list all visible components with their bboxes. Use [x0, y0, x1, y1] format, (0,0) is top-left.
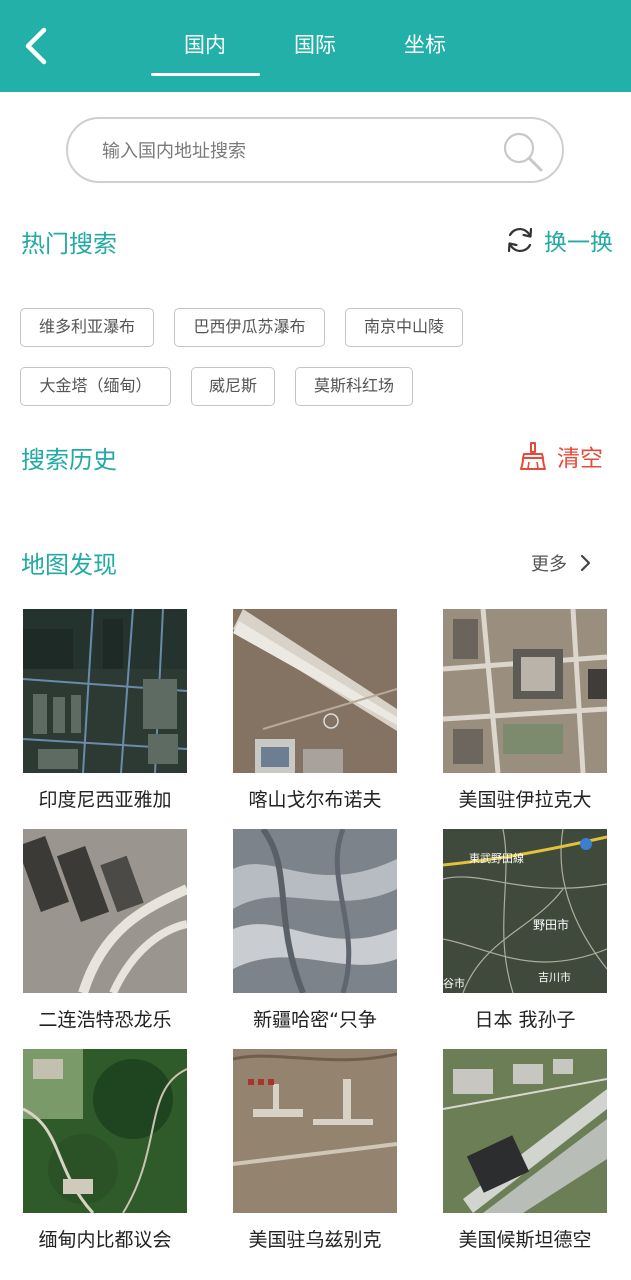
hot-search-title: 热门搜索: [21, 230, 117, 258]
clear-label: 清空: [557, 446, 603, 472]
top-bar: 国内 国际 坐标: [0, 0, 631, 92]
map-label: 吉川市: [538, 970, 571, 984]
hot-search-chips: 维多利亚瀑布 巴西伊瓜苏瀑布 南京中山陵 大金塔（缅甸） 威尼斯 莫斯科红场: [20, 308, 620, 426]
satellite-thumbnail: [233, 829, 397, 993]
discover-caption: 美国驻伊拉克大: [458, 789, 592, 811]
discover-card[interactable]: 新疆哈密“只争: [220, 829, 410, 1032]
hot-chip[interactable]: 威尼斯: [191, 367, 275, 406]
satellite-thumbnail: [443, 609, 607, 773]
search-box: [66, 117, 564, 183]
satellite-thumbnail: [23, 609, 187, 773]
back-button[interactable]: [18, 24, 58, 68]
refresh-button[interactable]: 换一换: [504, 222, 613, 258]
hot-chip[interactable]: 莫斯科红场: [295, 367, 413, 406]
satellite-thumbnail: [233, 609, 397, 773]
hot-chip[interactable]: 巴西伊瓜苏瀑布: [174, 308, 325, 347]
chevron-right-icon: [580, 554, 591, 572]
tab-domestic[interactable]: 国内: [150, 0, 260, 92]
more-button[interactable]: 更多: [531, 548, 591, 578]
tab-international[interactable]: 国际: [260, 0, 370, 92]
discover-card[interactable]: 印度尼西亚雅加: [10, 609, 200, 812]
discover-card[interactable]: 喀山戈尔布诺夫: [220, 609, 410, 812]
satellite-thumbnail: [443, 1049, 607, 1213]
refresh-icon: [507, 227, 533, 253]
map-thumbnail: 東武野田線 野田市 吉川市 谷市: [443, 829, 607, 993]
discover-caption: 美国驻乌兹别克: [248, 1229, 382, 1251]
more-label: 更多: [531, 554, 567, 575]
search-icon[interactable]: [500, 129, 546, 175]
refresh-label: 换一换: [544, 230, 613, 256]
discover-caption: 缅甸内比都议会: [38, 1229, 172, 1251]
discover-caption: 新疆哈密“只争: [253, 1009, 377, 1031]
clear-history-button[interactable]: 清空: [519, 438, 603, 474]
map-label: 野田市: [533, 917, 569, 932]
chevron-left-icon: [25, 27, 47, 65]
broom-icon: [520, 442, 546, 470]
discover-title: 地图发现: [21, 551, 117, 579]
discover-caption: 日本 我孙子: [474, 1009, 576, 1031]
history-title: 搜索历史: [21, 446, 117, 474]
discover-card[interactable]: 缅甸内比都议会: [10, 1049, 200, 1252]
map-label: 谷市: [443, 976, 465, 990]
discover-card[interactable]: 美国驻乌兹别克: [220, 1049, 410, 1252]
discover-card[interactable]: 東武野田線 野田市 吉川市 谷市 日本 我孙子: [430, 829, 620, 1032]
tab-bar: 国内 国际 坐标: [150, 0, 480, 92]
map-label: 東武野田線: [469, 851, 524, 865]
hot-chip[interactable]: 维多利亚瀑布: [20, 308, 154, 347]
satellite-thumbnail: [23, 1049, 187, 1213]
hot-chip[interactable]: 大金塔（缅甸）: [20, 367, 171, 406]
search-input[interactable]: [102, 133, 482, 169]
discover-card[interactable]: 二连浩特恐龙乐: [10, 829, 200, 1032]
discover-caption: 印度尼西亚雅加: [38, 789, 172, 811]
satellite-thumbnail: [233, 1049, 397, 1213]
discover-card[interactable]: 美国驻伊拉克大: [430, 609, 620, 812]
tab-coordinates[interactable]: 坐标: [370, 0, 480, 92]
hot-chip[interactable]: 南京中山陵: [345, 308, 463, 347]
discover-caption: 喀山戈尔布诺夫: [248, 789, 382, 811]
satellite-thumbnail: [23, 829, 187, 993]
discover-card[interactable]: 美国候斯坦德空: [430, 1049, 620, 1252]
discover-caption: 二连浩特恐龙乐: [38, 1009, 172, 1031]
discover-caption: 美国候斯坦德空: [458, 1229, 592, 1251]
